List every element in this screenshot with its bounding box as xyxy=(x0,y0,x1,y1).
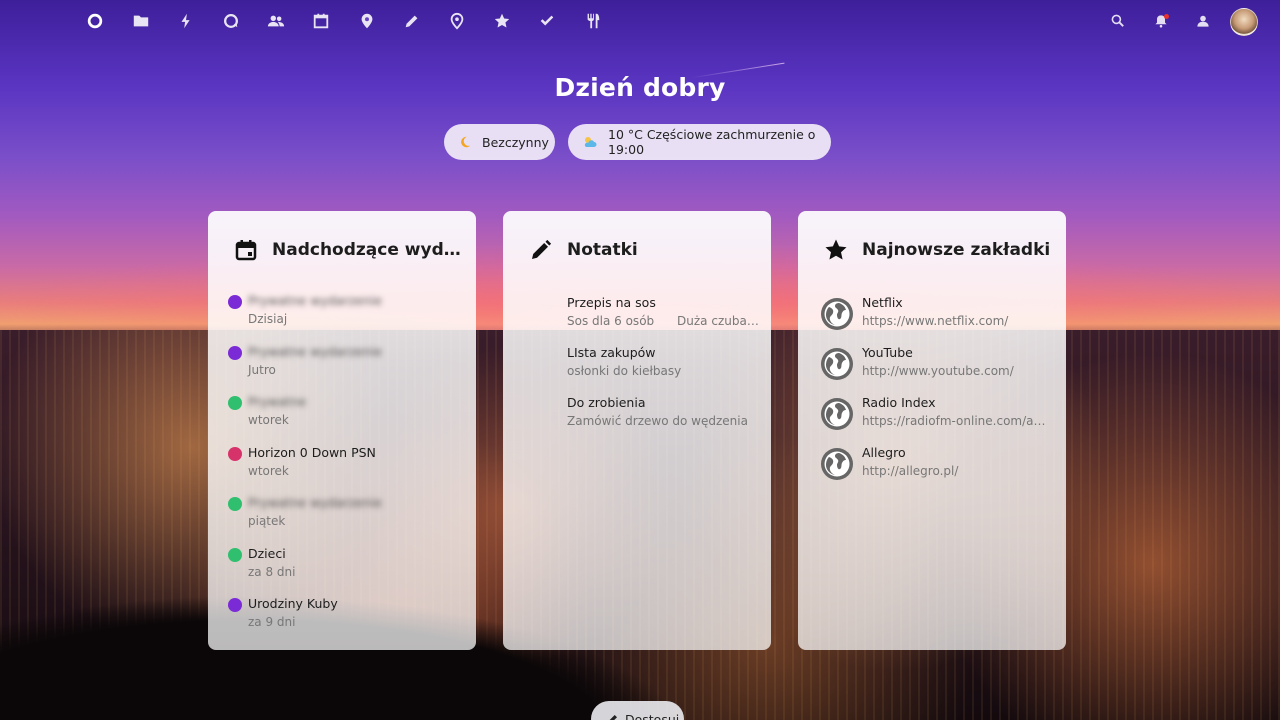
status-label: Bezczynny xyxy=(482,134,549,150)
event-color-dot xyxy=(228,548,242,562)
globe-icon xyxy=(821,398,853,430)
checkmark-icon[interactable] xyxy=(537,11,557,31)
bookmark-title: Radio Index xyxy=(862,395,936,410)
note-item[interactable]: Przepis na sos Sos dla 6 osób Duża czuba… xyxy=(567,295,759,335)
event-item[interactable]: Prywatne wtorek xyxy=(228,394,458,434)
note-excerpt: Sos dla 6 osób Duża czuba… xyxy=(567,314,759,328)
note-title: Do zrobienia xyxy=(567,395,646,410)
pencil-icon[interactable] xyxy=(402,11,422,31)
event-date: za 8 dni xyxy=(248,565,296,579)
calendar-icon[interactable] xyxy=(311,11,331,31)
event-title: Prywatne xyxy=(248,394,307,409)
bookmark-item[interactable]: Allegro http://allegro.pl/ xyxy=(820,445,1048,485)
widget-calendar: Nadchodzące wydarz… Prywatne wydarzenie … xyxy=(208,211,476,650)
partly-cloudy-icon xyxy=(582,134,598,150)
moon-icon xyxy=(458,134,472,150)
bookmark-url: https://radiofm-online.com/a… xyxy=(862,414,1046,428)
lightning-icon[interactable] xyxy=(176,11,196,31)
globe-icon xyxy=(821,348,853,380)
event-item[interactable]: Urodziny Kuby za 9 dni xyxy=(228,596,458,636)
event-date: Jutro xyxy=(248,363,276,377)
customize-button[interactable]: Dostosuj xyxy=(591,701,684,720)
greeting-title: Dzień dobry xyxy=(554,73,726,102)
event-title: Horizon 0 Down PSN xyxy=(248,445,376,460)
calendar-icon xyxy=(235,240,257,261)
contacts-icon[interactable] xyxy=(266,11,286,31)
note-excerpt: Zamówić drzewo do wędzenia xyxy=(567,414,748,428)
event-item[interactable]: Prywatne wydarzenie piątek xyxy=(228,495,458,535)
widget-bookmarks: Najnowsze zakładki Netflix https://www.n… xyxy=(798,211,1066,650)
event-color-dot xyxy=(228,598,242,612)
bookmark-title: Allegro xyxy=(862,445,906,460)
event-date: wtorek xyxy=(248,413,289,427)
event-color-dot xyxy=(228,346,242,360)
widget-title: Nadchodzące wydarz… xyxy=(272,240,462,260)
weather-button[interactable]: 10 °C Częściowe zachmurzenie o 19:00 xyxy=(568,124,831,160)
event-title: Urodziny Kuby xyxy=(248,596,338,611)
event-date: za 9 dni xyxy=(248,615,296,629)
event-color-dot xyxy=(228,497,242,511)
event-item[interactable]: Prywatne wydarzenie Jutro xyxy=(228,344,458,384)
event-color-dot xyxy=(228,396,242,410)
note-excerpt: osłonki do kiełbasy xyxy=(567,364,682,378)
pencil-icon xyxy=(609,715,617,720)
event-title: Prywatne wydarzenie xyxy=(248,293,382,308)
bookmark-item[interactable]: Radio Index https://radiofm-online.com/a… xyxy=(820,395,1048,435)
note-title: LIsta zakupów xyxy=(567,345,656,360)
cutlery-icon[interactable] xyxy=(583,11,603,31)
event-item[interactable]: Horizon 0 Down PSN wtorek xyxy=(228,445,458,485)
map-pin-icon[interactable] xyxy=(357,11,377,31)
folder-icon[interactable] xyxy=(131,11,151,31)
status-button[interactable]: Bezczynny xyxy=(444,124,555,160)
event-date: Dzisiaj xyxy=(248,312,288,326)
note-item[interactable]: LIsta zakupów osłonki do kiełbasy xyxy=(567,345,753,385)
bookmark-url: http://www.youtube.com/ xyxy=(862,364,1014,378)
bookmark-title: Netflix xyxy=(862,295,903,310)
pencil-icon xyxy=(532,239,552,259)
weather-label: 10 °C Częściowe zachmurzenie o 19:00 xyxy=(608,127,816,157)
bookmark-url: https://www.netflix.com/ xyxy=(862,314,1009,328)
widget-title: Notatki xyxy=(567,240,638,260)
event-date: piątek xyxy=(248,514,286,528)
notification-badge xyxy=(1164,14,1169,19)
bookmark-url: http://allegro.pl/ xyxy=(862,464,959,478)
widget-notes: Notatki Przepis na sos Sos dla 6 osób Du… xyxy=(503,211,771,650)
event-color-dot xyxy=(228,447,242,461)
event-color-dot xyxy=(228,295,242,309)
event-title: Prywatne wydarzenie xyxy=(248,344,382,359)
widget-title: Najnowsze zakładki xyxy=(862,240,1051,260)
customize-label: Dostosuj xyxy=(625,711,680,720)
bookmark-item[interactable]: Netflix https://www.netflix.com/ xyxy=(820,295,1048,335)
avatar[interactable] xyxy=(1230,8,1258,36)
event-item[interactable]: Dzieci za 8 dni xyxy=(228,546,458,586)
event-title: Dzieci xyxy=(248,546,286,561)
chat-icon[interactable] xyxy=(221,11,241,31)
star-icon[interactable] xyxy=(492,11,512,31)
event-date: wtorek xyxy=(248,464,289,478)
location-icon[interactable] xyxy=(447,11,467,31)
search-icon[interactable] xyxy=(1108,11,1128,31)
event-item[interactable]: Prywatne wydarzenie Dzisiaj xyxy=(228,293,458,333)
globe-icon xyxy=(821,298,853,330)
note-title: Przepis na sos xyxy=(567,295,656,310)
top-navigation-bar xyxy=(0,0,1280,42)
bookmark-item[interactable]: YouTube http://www.youtube.com/ xyxy=(820,345,1048,385)
contacts-menu-icon[interactable] xyxy=(1193,11,1213,31)
bookmark-title: YouTube xyxy=(862,345,913,360)
globe-icon xyxy=(821,448,853,480)
event-title: Prywatne wydarzenie xyxy=(248,495,382,510)
star-icon xyxy=(825,239,847,260)
note-item[interactable]: Do zrobienia Zamówić drzewo do wędzenia xyxy=(567,395,753,435)
nextcloud-logo-icon[interactable] xyxy=(85,11,105,31)
